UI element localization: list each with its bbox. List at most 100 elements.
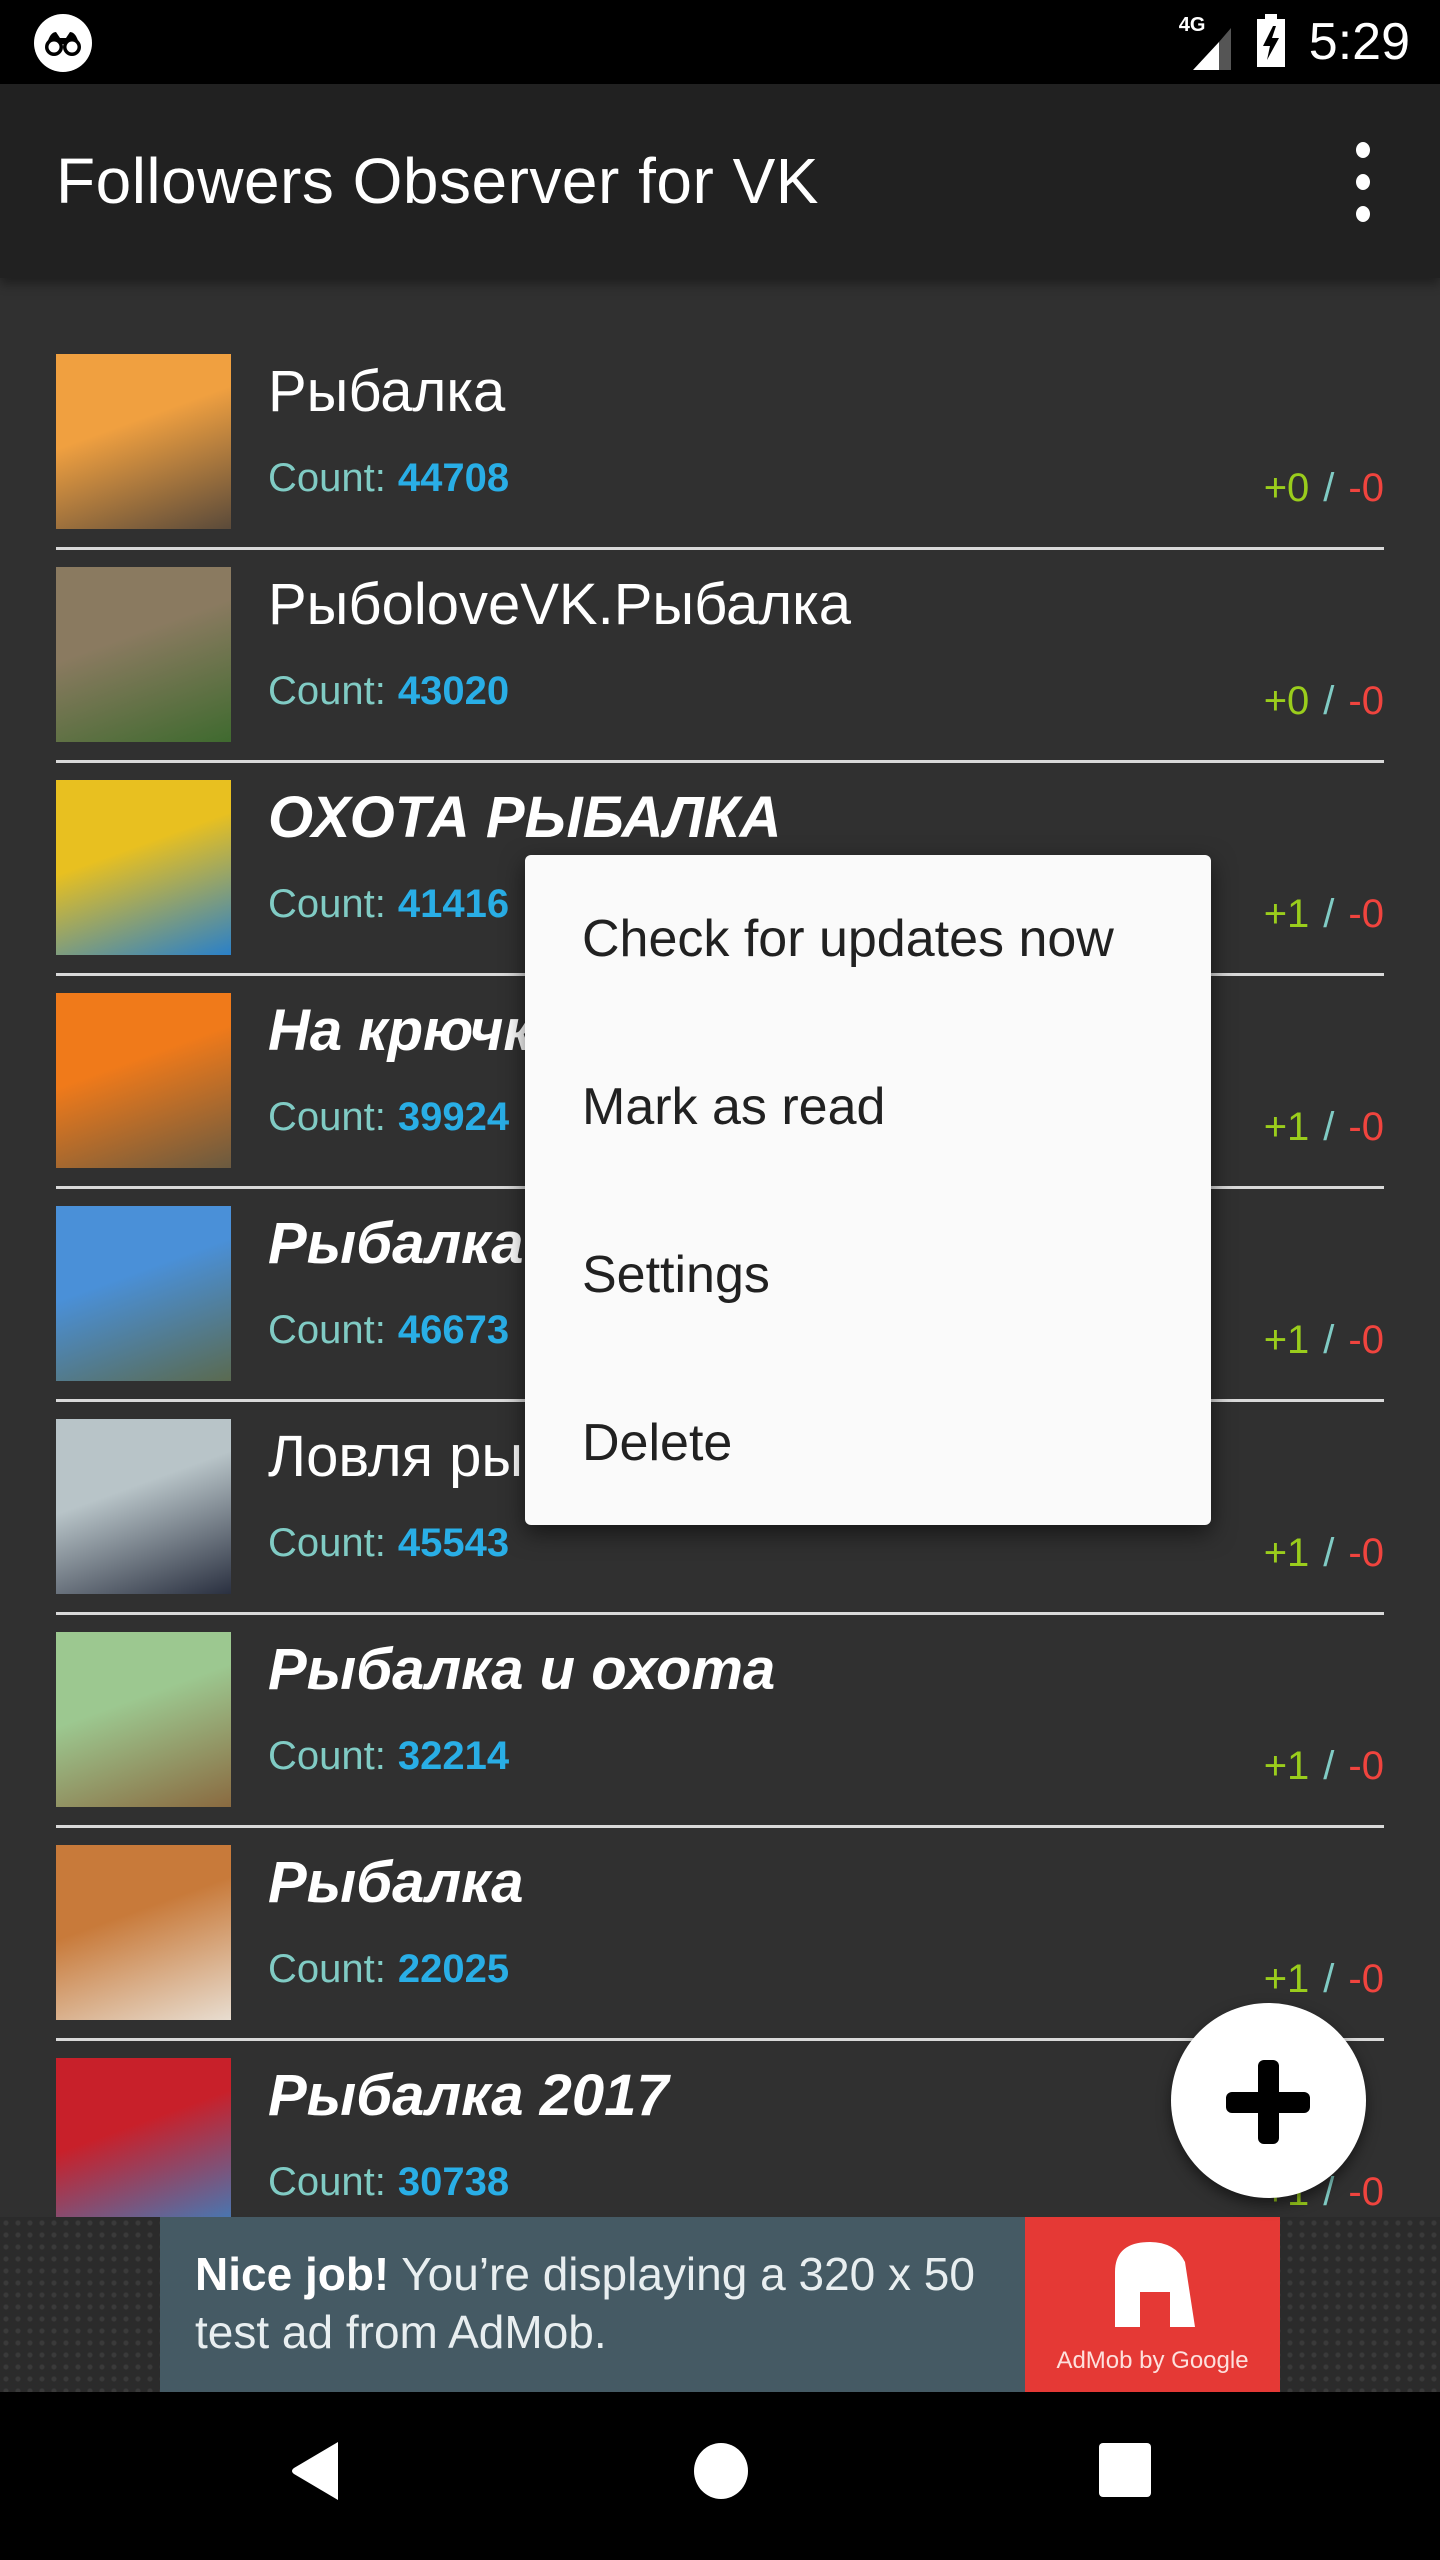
separator: / [1323, 679, 1335, 723]
menu-item-delete[interactable]: Delete [525, 1359, 1211, 1527]
signal-icon: 4G [1179, 14, 1233, 70]
count-label: Count: [268, 1308, 386, 1352]
battery-charging-icon [1255, 12, 1287, 73]
list-item[interactable]: Рыбалка и охота Count: 32214 +1 / -0 [0, 1632, 1440, 1845]
back-icon[interactable] [288, 2440, 344, 2502]
follower-changes: +1 / -0 [1264, 1531, 1384, 1576]
follower-changes: +1 / -0 [1264, 892, 1384, 937]
count-value: 45543 [397, 1521, 510, 1565]
app-bar: Followers Observer for VK [0, 84, 1440, 278]
count-label: Count: [268, 882, 386, 926]
count-value: 30738 [397, 2160, 510, 2204]
follower-changes: +0 / -0 [1264, 466, 1384, 511]
count-label: Count: [268, 2160, 386, 2204]
count-label: Count: [268, 1947, 386, 1991]
navigation-bar [0, 2392, 1440, 2560]
clock: 5:29 [1308, 13, 1410, 71]
admob-logo: AdMob by Google [1025, 2217, 1280, 2392]
list-item[interactable]: РыбoloveVK.Рыбалка Count: 43020 +0 / -0 [0, 567, 1440, 780]
count-label: Count: [268, 669, 386, 713]
separator: / [1323, 1957, 1335, 2001]
group-title: На крючке [268, 998, 566, 1063]
separator: / [1323, 1744, 1335, 1788]
list-item[interactable]: Рыбалка Count: 44708 +0 / -0 [0, 354, 1440, 567]
context-menu: Check for updates now Mark as read Setti… [525, 855, 1211, 1525]
removed-count: -0 [1348, 892, 1384, 936]
group-thumbnail [56, 1419, 231, 1594]
added-count: +1 [1263, 1105, 1310, 1149]
ad-text: Nice job! You’re displaying a 320 x 50 t… [195, 2245, 1025, 2361]
removed-count: -0 [1348, 1105, 1384, 1149]
recents-icon[interactable] [1098, 2442, 1152, 2498]
count-value: 32214 [397, 1734, 510, 1778]
removed-count: -0 [1348, 1957, 1384, 2001]
follower-count: Count: 39924 [268, 1095, 509, 1140]
status-icons: 4G 5:29 [1179, 0, 1410, 84]
added-count: +0 [1263, 679, 1310, 723]
added-count: +1 [1263, 892, 1310, 936]
follower-count: Count: 46673 [268, 1308, 509, 1353]
group-thumbnail [56, 354, 231, 529]
admob-icon [1115, 2242, 1195, 2327]
ad-headline: Nice job! [195, 2248, 390, 2300]
follower-changes: +1 / -0 [1264, 1744, 1384, 1789]
follower-changes: +1 / -0 [1264, 1957, 1384, 2002]
group-thumbnail [56, 780, 231, 955]
admob-brand-text: AdMob by Google [1056, 2347, 1249, 2374]
app-title: Followers Observer for VK [56, 145, 819, 217]
home-icon[interactable] [692, 2440, 750, 2502]
group-thumbnail [56, 1845, 231, 2020]
count-label: Count: [268, 456, 386, 500]
count-value: 39924 [397, 1095, 510, 1139]
follower-count: Count: 22025 [268, 1947, 509, 1992]
separator: / [1323, 1105, 1335, 1149]
added-count: +1 [1263, 1531, 1310, 1575]
count-label: Count: [268, 1521, 386, 1565]
count-value: 44708 [397, 456, 510, 500]
follower-count: Count: 43020 [268, 669, 509, 714]
removed-count: -0 [1348, 1531, 1384, 1575]
count-value: 46673 [397, 1308, 510, 1352]
follower-changes: +0 / -0 [1264, 679, 1384, 724]
menu-item-check-updates[interactable]: Check for updates now [525, 855, 1211, 1023]
status-bar: 4G 5:29 [0, 0, 1440, 84]
follower-count: Count: 44708 [268, 456, 509, 501]
group-thumbnail [56, 1206, 231, 1381]
count-value: 43020 [397, 669, 510, 713]
follower-count: Count: 41416 [268, 882, 509, 927]
ad-banner-area: Nice job! You’re displaying a 320 x 50 t… [0, 2217, 1440, 2392]
divider [56, 1612, 1384, 1615]
group-thumbnail [56, 2058, 231, 2217]
added-count: +1 [1263, 1744, 1310, 1788]
removed-count: -0 [1348, 1318, 1384, 1362]
group-title: Рыбалка [268, 1850, 524, 1915]
follower-changes: +1 / -0 [1264, 1105, 1384, 1150]
binoculars-icon [34, 14, 92, 72]
group-title: РыбoloveVK.Рыбалка [268, 572, 852, 637]
separator: / [1323, 1318, 1335, 1362]
ad-banner[interactable]: Nice job! You’re displaying a 320 x 50 t… [160, 2217, 1280, 2392]
divider [56, 760, 1384, 763]
separator: / [1323, 892, 1335, 936]
more-vert-icon[interactable] [1340, 142, 1386, 222]
menu-item-settings[interactable]: Settings [525, 1191, 1211, 1359]
count-label: Count: [268, 1095, 386, 1139]
count-label: Count: [268, 1734, 386, 1778]
group-title: Рыбалка [268, 359, 506, 424]
count-value: 22025 [397, 1947, 510, 1991]
follower-count: Count: 30738 [268, 2160, 509, 2205]
follower-changes: +1 / -0 [1264, 1318, 1384, 1363]
add-group-button[interactable] [1171, 2003, 1366, 2198]
added-count: +1 [1263, 1957, 1310, 2001]
group-title: ОХОТА РЫБАЛКА [268, 785, 782, 850]
group-thumbnail [56, 993, 231, 1168]
group-thumbnail [56, 567, 231, 742]
group-title: Рыбалка и охота [268, 1637, 776, 1702]
count-value: 41416 [397, 882, 510, 926]
divider [56, 1825, 1384, 1828]
removed-count: -0 [1348, 466, 1384, 510]
menu-item-mark-read[interactable]: Mark as read [525, 1023, 1211, 1191]
added-count: +0 [1263, 466, 1310, 510]
added-count: +1 [1263, 1318, 1310, 1362]
separator: / [1323, 1531, 1335, 1575]
